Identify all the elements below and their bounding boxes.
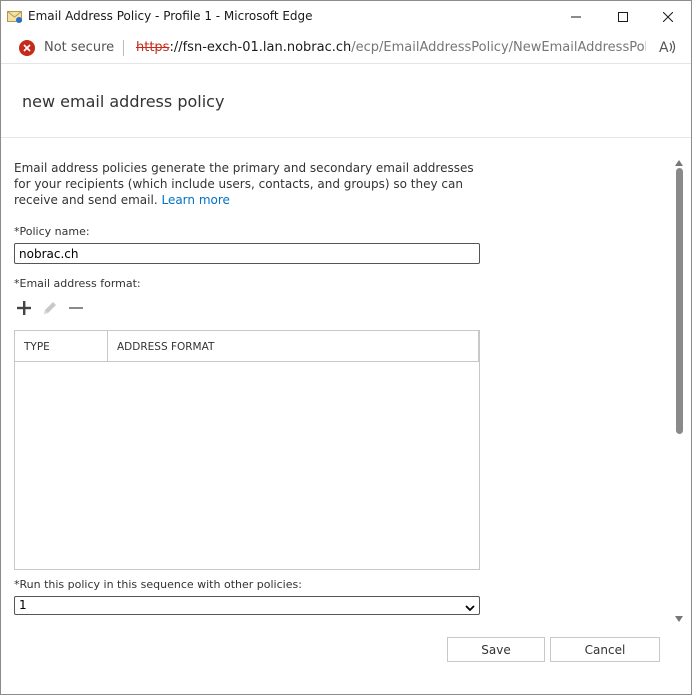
email-format-label: *Email address format: [14,277,141,290]
read-aloud-icon[interactable]: A [659,39,677,59]
learn-more-link[interactable]: Learn more [161,193,229,207]
save-button[interactable]: Save [447,637,545,662]
add-format-button[interactable] [14,300,34,320]
url-scheme: https [136,40,170,55]
format-toolbar [14,300,94,320]
maximize-button[interactable] [600,1,646,33]
url-host: ://fsn-exch-01.lan.nobrac.ch [169,40,352,55]
email-format-grid[interactable]: TYPE ADDRESS FORMAT [14,330,480,570]
email-envelope-icon [7,9,23,23]
title-bar: Email Address Policy - Profile 1 - Micro… [1,1,691,33]
url-path: /ecp/EmailAddressPolicy/NewEmailAddressP… [351,40,646,55]
plus-icon [16,300,32,320]
minimize-button[interactable] [553,1,599,33]
policy-description: Email address policies generate the prim… [14,160,480,208]
url-text[interactable]: https://fsn-exch-01.lan.nobrac.ch/ecp/Em… [136,40,646,55]
pencil-icon [42,300,58,320]
scrollbar-thumb[interactable] [676,168,683,434]
chevron-down-icon [465,601,475,615]
policy-name-input[interactable] [14,243,480,264]
not-secure-icon[interactable] [19,40,35,56]
security-label[interactable]: Not secure [44,40,114,55]
description-text: Email address policies generate the prim… [14,161,474,207]
column-header-type[interactable]: TYPE [15,331,108,362]
close-button[interactable] [645,1,691,33]
address-bar-divider [1,63,691,64]
title-divider [1,137,691,138]
scroll-down-arrow-icon[interactable] [674,608,684,627]
sequence-value: 1 [19,598,27,612]
cancel-button[interactable]: Cancel [550,637,660,662]
address-bar: Not secure https://fsn-exch-01.lan.nobra… [1,33,691,63]
address-separator [123,40,124,56]
address-field[interactable]: Not secure https://fsn-exch-01.lan.nobra… [9,35,689,61]
browser-window: Email Address Policy - Profile 1 - Micro… [0,0,692,695]
sequence-label: *Run this policy in this sequence with o… [14,578,302,591]
grid-header: TYPE ADDRESS FORMAT [15,331,479,362]
window-title: Email Address Policy - Profile 1 - Micro… [28,9,313,23]
page-title: new email address policy [22,92,225,111]
edit-format-button[interactable] [40,300,60,320]
policy-name-label: *Policy name: [14,225,90,238]
remove-format-button[interactable] [66,300,86,320]
sequence-select[interactable]: 1 [14,596,480,615]
svg-text:A: A [659,40,669,55]
column-header-address-format[interactable]: ADDRESS FORMAT [108,331,479,362]
minus-icon [68,300,84,320]
